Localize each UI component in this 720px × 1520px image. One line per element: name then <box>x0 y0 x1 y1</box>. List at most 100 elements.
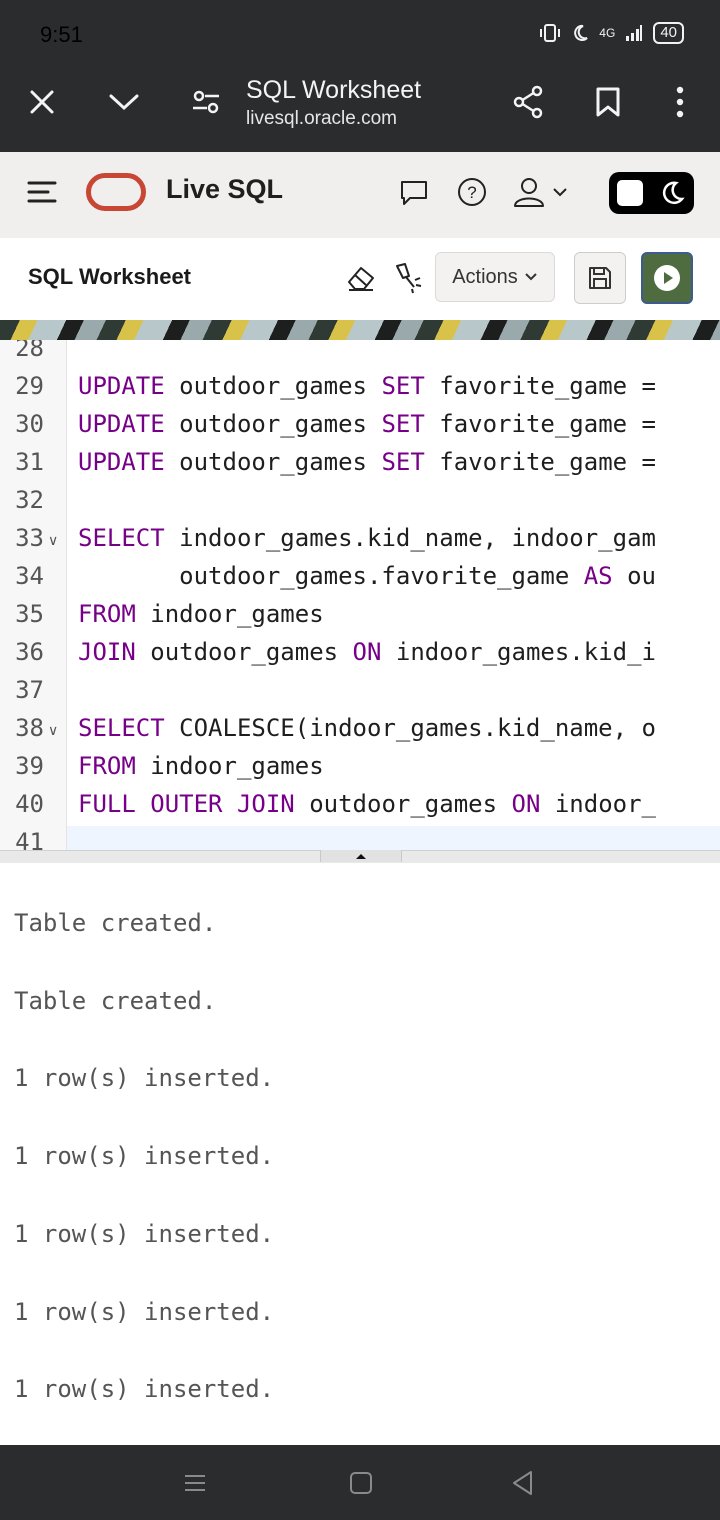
sql-keyword: ON <box>352 638 382 666</box>
save-disk-icon <box>589 267 611 289</box>
sql-keyword: UPDATE <box>78 448 165 476</box>
bookmark-icon[interactable] <box>586 80 630 124</box>
code-token: outdoor_games <box>294 790 512 818</box>
sql-keyword: SET <box>381 410 425 438</box>
code-token: favorite_game = <box>424 410 656 438</box>
code-line[interactable]: UPDATE outdoor_games SET favorite_game = <box>78 410 656 438</box>
sql-keyword: SELECT <box>78 714 165 742</box>
fold-toggle-icon[interactable]: ∨ <box>48 532 58 549</box>
code-line[interactable]: SELECT COALESCE(indoor_games.kid_name, o <box>78 714 656 742</box>
code-token: indoor_games <box>135 752 324 780</box>
sql-keyword: SET <box>381 372 425 400</box>
browser-url[interactable]: livesql.oracle.com <box>246 108 397 130</box>
vibrate-icon <box>540 24 561 42</box>
status-icons: 4G 40 <box>539 22 684 44</box>
sql-keyword: SET <box>381 448 425 476</box>
code-line[interactable]: SELECT indoor_games.kid_name, indoor_gam <box>78 524 656 552</box>
save-button[interactable] <box>574 252 626 304</box>
code-line[interactable]: FROM indoor_games <box>78 752 324 780</box>
battery-level: 40 <box>660 24 677 41</box>
chat-bubble-icon[interactable] <box>398 178 430 213</box>
sql-editor[interactable]: 28 29 UPDATE outdoor_games SET favorite_ga… <box>0 340 720 850</box>
chevron-down-icon <box>525 273 537 281</box>
code-token: outdoor_games <box>164 372 382 400</box>
sql-keyword: FROM <box>78 752 136 780</box>
code-line[interactable]: UPDATE outdoor_games SET favorite_game = <box>78 448 656 476</box>
actions-label: Actions <box>452 265 518 288</box>
code-line[interactable]: outdoor_games.favorite_game AS ou <box>78 562 656 590</box>
app-name[interactable]: Live SQL <box>166 174 283 205</box>
code-token: ou <box>612 562 656 590</box>
line-number: 36 <box>15 638 44 666</box>
moon-icon <box>574 24 588 41</box>
sql-keyword: UPDATE <box>78 410 165 438</box>
hamburger-menu-icon[interactable] <box>26 178 58 211</box>
fold-toggle-icon[interactable]: ∨ <box>48 722 58 739</box>
line-number: 37 <box>15 676 44 704</box>
caret-up-icon <box>356 854 366 859</box>
sql-keyword: ON <box>511 790 541 818</box>
code-token: favorite_game = <box>424 448 656 476</box>
code-line[interactable]: FULL OUTER JOIN outdoor_games ON indoor_ <box>78 790 656 818</box>
line-number: 30 <box>15 410 44 438</box>
code-token: favorite_game = <box>424 372 656 400</box>
play-icon <box>654 265 680 291</box>
code-token: outdoor_games <box>135 638 353 666</box>
line-number: 28 <box>15 340 44 362</box>
code-token: indoor_games.kid_i <box>381 638 656 666</box>
recent-apps-icon[interactable] <box>182 1470 208 1501</box>
battery-icon: 40 <box>653 22 684 44</box>
line-number: 35 <box>15 600 44 628</box>
sql-keyword: JOIN <box>78 638 136 666</box>
code-token: indoor_games <box>135 600 324 628</box>
oracle-logo-icon[interactable] <box>86 173 146 211</box>
help-icon[interactable]: ? <box>456 176 488 213</box>
line-number: 33 <box>15 524 44 552</box>
code-line[interactable]: UPDATE outdoor_games SET favorite_game = <box>78 372 656 400</box>
dark-mode-moon-icon <box>662 181 685 205</box>
code-token: COALESCE(indoor_games.kid_name, o <box>164 714 656 742</box>
line-number: 32 <box>15 486 44 514</box>
code-token: outdoor_games <box>164 410 382 438</box>
more-vertical-icon[interactable] <box>658 80 702 124</box>
run-button[interactable] <box>641 252 693 304</box>
signal-icon <box>626 25 643 41</box>
code-token: indoor_games.kid_name, indoor_gam <box>164 524 656 552</box>
page-settings-icon[interactable] <box>184 80 228 124</box>
line-number: 29 <box>15 372 44 400</box>
back-icon[interactable] <box>510 1468 536 1503</box>
current-line-highlight <box>67 826 720 850</box>
line-number: 39 <box>15 752 44 780</box>
output-message: 1 row(s) inserted. <box>14 1375 275 1404</box>
line-number: 38 <box>15 714 44 742</box>
decorative-banner <box>0 320 720 340</box>
script-output: Table created. Table created. 1 row(s) ins… <box>0 863 720 1445</box>
share-icon[interactable] <box>506 80 550 124</box>
user-account-icon[interactable] <box>512 176 572 213</box>
eraser-icon[interactable] <box>346 264 376 297</box>
home-icon[interactable] <box>348 1470 374 1501</box>
line-number: 34 <box>15 562 44 590</box>
network-label: 4G <box>599 26 616 40</box>
code-line[interactable]: JOIN outdoor_games ON indoor_games.kid_i <box>78 638 656 666</box>
output-message: 1 row(s) inserted. <box>14 1219 275 1248</box>
sql-keyword: UPDATE <box>78 372 165 400</box>
code-token: outdoor_games <box>164 448 382 476</box>
output-message: 1 row(s) inserted. <box>14 1142 275 1171</box>
actions-dropdown[interactable]: Actions <box>435 252 555 302</box>
code-token: outdoor_games.favorite_game <box>78 562 584 590</box>
output-message: 1 row(s) inserted. <box>14 1064 275 1093</box>
flashlight-format-icon[interactable] <box>394 262 422 299</box>
chevron-down-icon[interactable] <box>102 80 146 124</box>
sql-keyword: FULL OUTER JOIN <box>78 790 295 818</box>
theme-toggle[interactable] <box>609 172 694 214</box>
sql-keyword: AS <box>583 562 613 590</box>
code-line[interactable]: FROM indoor_games <box>78 600 324 628</box>
worksheet-title: SQL Worksheet <box>28 264 192 289</box>
svg-text:?: ? <box>467 183 476 202</box>
sql-keyword: FROM <box>78 600 136 628</box>
splitter-handle[interactable] <box>320 850 402 862</box>
close-icon[interactable] <box>20 80 64 124</box>
light-mode-icon <box>617 180 643 206</box>
browser-title[interactable]: SQL Worksheet <box>246 76 421 105</box>
